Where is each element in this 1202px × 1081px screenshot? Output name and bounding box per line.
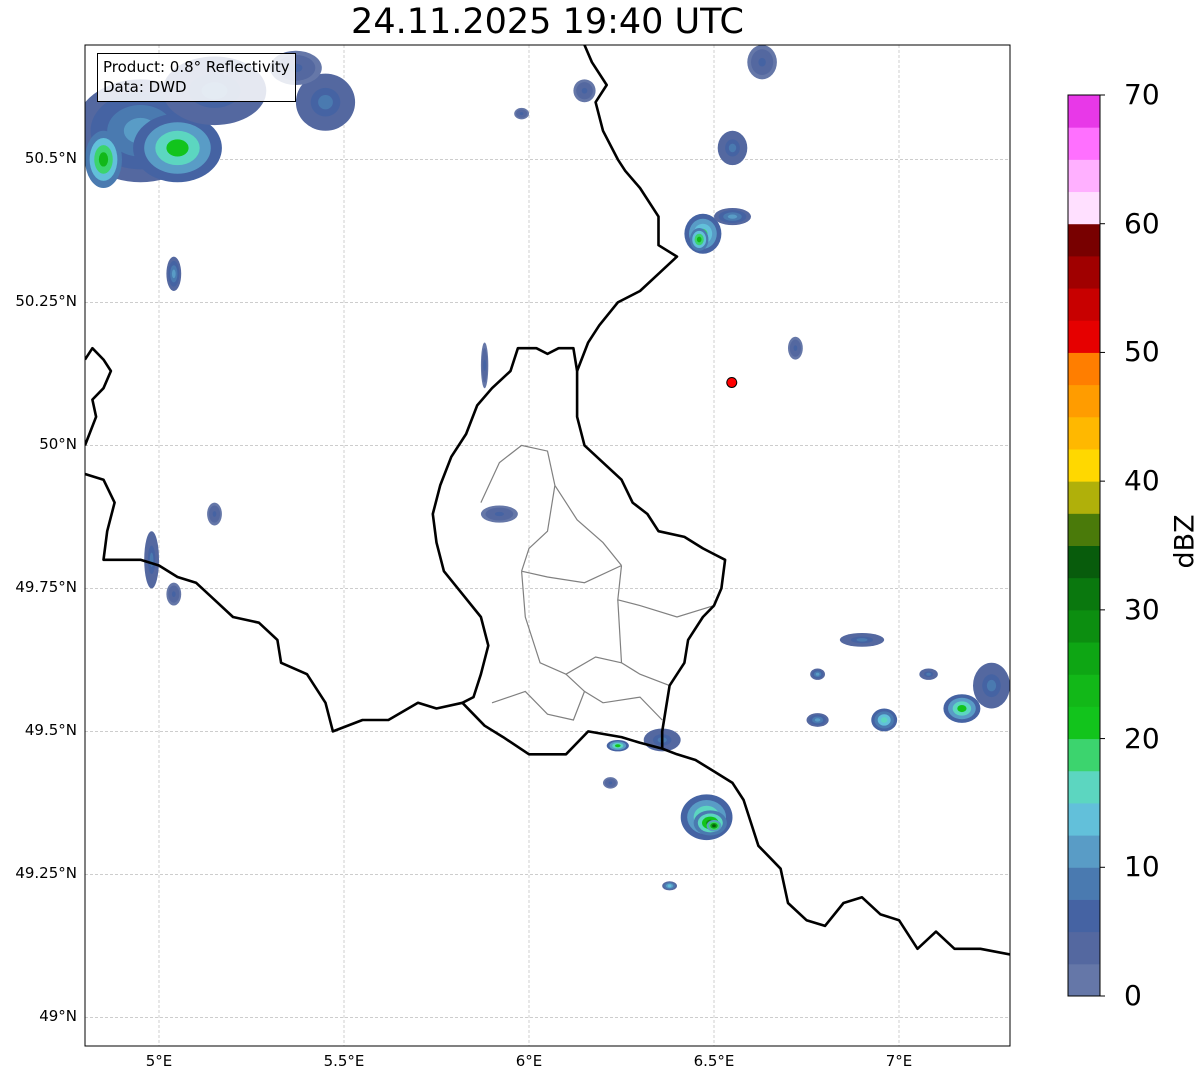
colorbar-tick-label: 20 <box>1124 721 1160 755</box>
echo-cell <box>814 718 821 722</box>
colorbar-segment <box>1068 609 1100 643</box>
colorbar-tick-label: 60 <box>1124 206 1160 240</box>
colorbar-unit-label: dBZ <box>1169 514 1201 569</box>
colorbar-tick-label: 30 <box>1124 592 1160 626</box>
radar-site-layer <box>726 376 738 388</box>
product-label: Product: 0.8° Reflectivity <box>103 58 290 76</box>
colorbar-segment <box>1068 963 1100 997</box>
lat-tick-label: 49.75°N <box>15 578 77 597</box>
map-background <box>85 45 1010 1046</box>
echo-cell <box>494 511 505 517</box>
echo-cell <box>758 57 766 67</box>
colorbar-segment <box>1068 448 1100 482</box>
colorbar-segment <box>1068 867 1100 900</box>
echo-cell <box>727 214 738 219</box>
lon-tick-label: 5°E <box>145 1052 173 1070</box>
colorbar-segment <box>1068 706 1100 740</box>
echo-cell <box>815 672 820 676</box>
lat-tick-label: 50.25°N <box>15 292 77 311</box>
radar-site-marker <box>726 376 738 388</box>
lat-tick-label: 49.5°N <box>24 721 77 740</box>
colorbar <box>1067 94 1105 997</box>
echo-cell <box>926 672 931 676</box>
data-source-label: Data: DWD <box>103 78 187 96</box>
lat-tick-label: 50.5°N <box>24 149 77 168</box>
echo-cell <box>608 781 613 785</box>
colorbar-tick-label: 40 <box>1124 464 1160 498</box>
echo-cell <box>667 884 672 888</box>
colorbar-tick-label: 0 <box>1124 979 1142 1012</box>
colorbar-segment <box>1068 127 1100 160</box>
echo-cell <box>171 591 176 597</box>
lat-tick-label: 49°N <box>39 1007 77 1026</box>
colorbar-segment <box>1068 95 1100 128</box>
colorbar-segment <box>1068 577 1100 611</box>
lat-tick-label: 50°N <box>39 435 77 454</box>
echo-cell <box>856 638 868 642</box>
radar-map <box>84 44 1105 1047</box>
echo-cell <box>171 269 176 279</box>
echo-cell <box>696 236 702 243</box>
colorbar-segment <box>1068 255 1100 289</box>
colorbar-segment <box>1068 191 1100 225</box>
echo-cell <box>880 717 888 723</box>
echo-cell <box>581 87 588 94</box>
colorbar-segment <box>1068 642 1100 675</box>
colorbar-segment <box>1068 159 1100 193</box>
lon-tick-label: 7°E <box>885 1052 913 1070</box>
echo-cell <box>318 95 333 110</box>
lon-tick-label: 6.5°E <box>693 1052 735 1070</box>
colorbar-segment <box>1068 481 1100 514</box>
echo-cell <box>519 112 524 116</box>
lat-tick-label: 49.25°N <box>15 864 77 883</box>
colorbar-segment <box>1068 416 1100 450</box>
colorbar-tick-label: 10 <box>1124 850 1160 884</box>
colorbar-segment <box>1068 223 1100 257</box>
echo-cell <box>793 345 798 352</box>
colorbar-segment <box>1068 931 1100 965</box>
echo-cell <box>98 152 109 167</box>
colorbar-tick-label: 70 <box>1124 78 1160 111</box>
echo-cell <box>728 143 737 153</box>
colorbar-segment <box>1068 352 1100 386</box>
echo-cell <box>483 359 487 372</box>
echo-cell <box>212 511 217 517</box>
colorbar-segment <box>1068 545 1100 579</box>
lon-tick-label: 5.5°E <box>323 1052 365 1070</box>
colorbar-segment <box>1068 835 1100 868</box>
colorbar-segment <box>1068 320 1100 353</box>
colorbar-segment <box>1068 899 1100 933</box>
colorbar-tick-label: 50 <box>1124 335 1160 369</box>
echo-cell <box>615 744 621 748</box>
echo-cell <box>986 679 997 692</box>
echo-cell <box>957 704 967 713</box>
info-box: Product: 0.8° Reflectivity Data: DWD <box>97 53 296 102</box>
lon-tick-label: 6°E <box>515 1052 543 1070</box>
colorbar-segment <box>1068 288 1100 321</box>
colorbar-segment <box>1068 770 1100 804</box>
colorbar-segment <box>1068 513 1100 546</box>
colorbar-segment <box>1068 802 1100 836</box>
colorbar-segment <box>1068 674 1100 707</box>
colorbar-segment <box>1068 384 1100 418</box>
echo-cell <box>712 824 716 828</box>
echo-cell <box>166 139 189 157</box>
colorbar-segment <box>1068 738 1100 772</box>
